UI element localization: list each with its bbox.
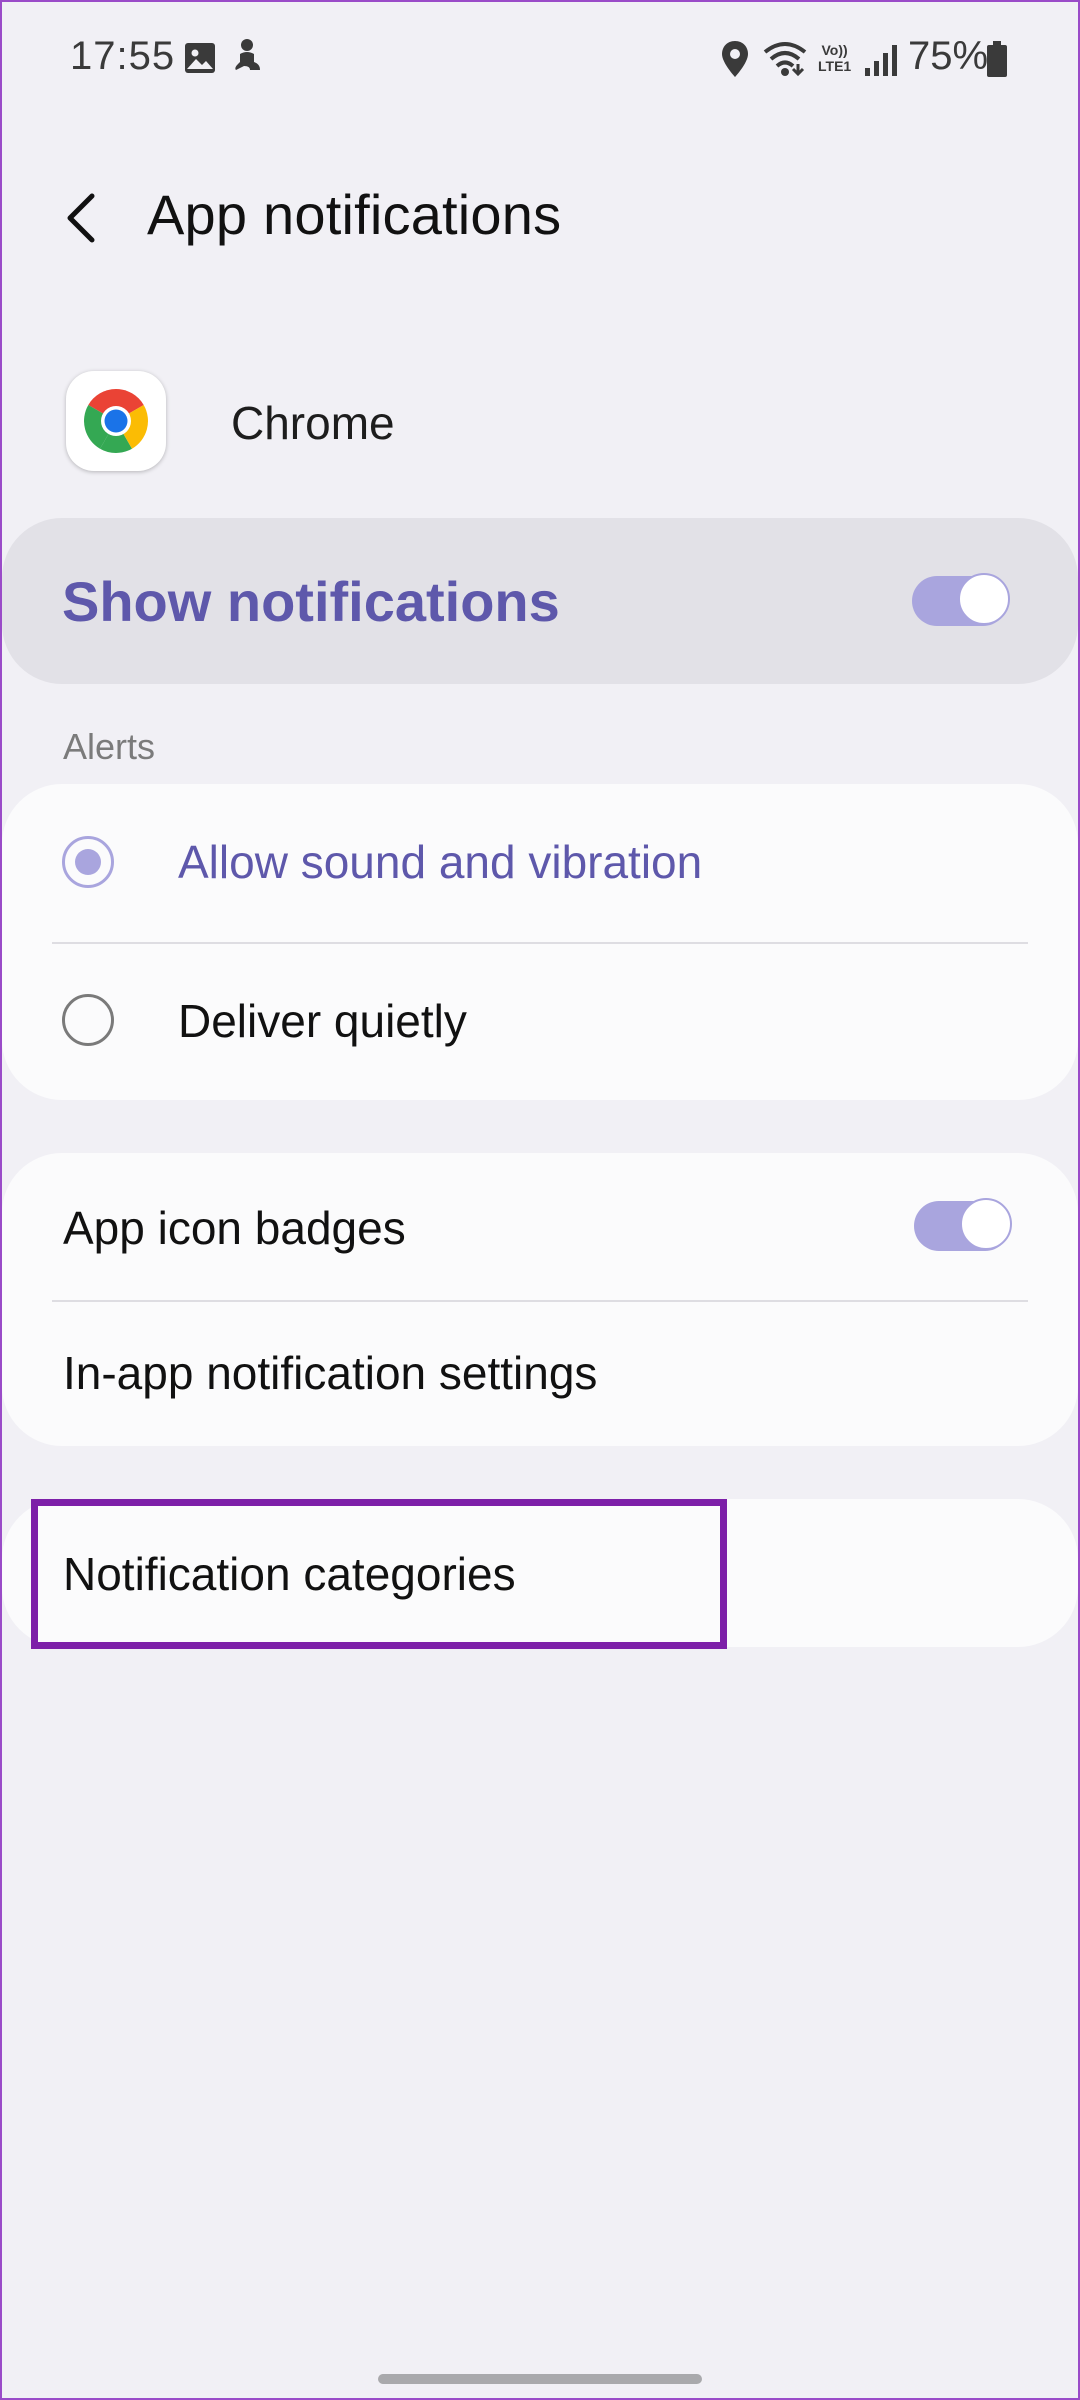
app-icon-badges-label: App icon badges xyxy=(63,1202,406,1254)
notification-person-icon xyxy=(230,38,264,81)
status-bar: 17:55 Vo)) LTE1 75% xyxy=(0,0,1080,120)
in-app-notification-settings-label: In-app notification settings xyxy=(63,1347,598,1399)
alert-option-sound-vibration[interactable]: Allow sound and vibration xyxy=(2,784,1078,942)
back-button[interactable] xyxy=(56,180,112,250)
radio-selected[interactable] xyxy=(62,836,114,888)
show-notifications-label: Show notifications xyxy=(62,570,560,633)
highlight-box xyxy=(31,1499,727,1649)
volte-icon: Vo)) LTE1 xyxy=(818,42,851,74)
radio-unselected[interactable] xyxy=(62,994,114,1046)
app-icon-badges-toggle[interactable] xyxy=(914,1198,1012,1251)
alerts-section-header: Alerts xyxy=(63,726,156,767)
radio-dot xyxy=(75,849,101,875)
status-time: 17:55 xyxy=(70,34,176,78)
app-icon-badges-row[interactable]: App icon badges xyxy=(2,1153,1078,1301)
alert-option-deliver-quietly[interactable]: Deliver quietly xyxy=(2,944,1078,1100)
location-icon xyxy=(720,40,750,83)
toggle-knob xyxy=(958,573,1010,625)
battery-percent: 75% xyxy=(908,34,989,78)
page-title: App notifications xyxy=(147,183,562,246)
in-app-notification-settings-row[interactable]: In-app notification settings xyxy=(2,1302,1078,1446)
wifi-icon xyxy=(762,40,808,83)
signal-icon xyxy=(864,44,898,81)
app-name: Chrome xyxy=(231,397,395,449)
show-notifications-toggle[interactable] xyxy=(912,573,1010,626)
battery-icon xyxy=(986,40,1008,83)
app-icon xyxy=(66,371,166,471)
gesture-nav-handle[interactable] xyxy=(378,2374,702,2384)
alert-option-label: Allow sound and vibration xyxy=(178,836,703,888)
chevron-left-icon xyxy=(56,193,112,254)
gallery-icon xyxy=(184,42,216,79)
volte-bottom-label: LTE1 xyxy=(818,58,852,74)
toggle-knob xyxy=(960,1198,1012,1250)
alert-option-label: Deliver quietly xyxy=(178,995,467,1047)
volte-top-label: Vo)) xyxy=(821,42,848,58)
